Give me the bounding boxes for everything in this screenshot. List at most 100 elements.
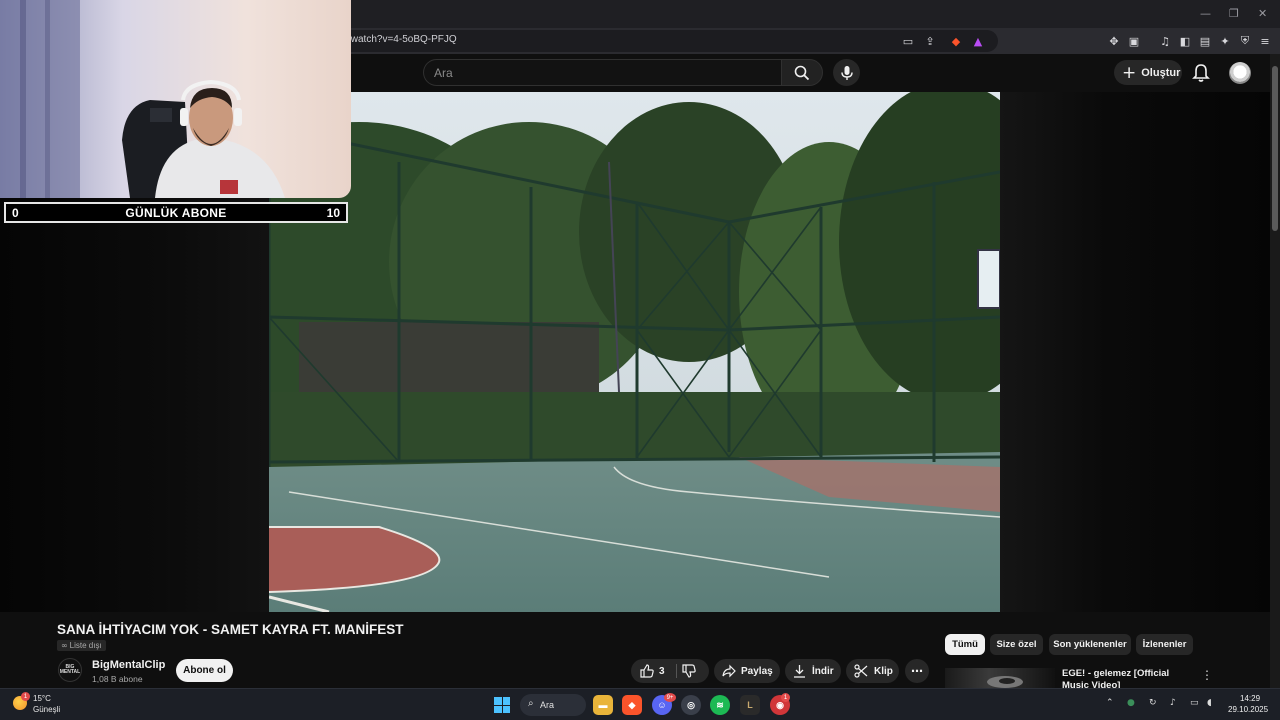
search-placeholder: Ara (434, 66, 453, 80)
vpn-icon[interactable]: ⛨ (1237, 33, 1253, 49)
download-button[interactable]: İndir (785, 659, 841, 683)
voice-search-button[interactable] (833, 59, 860, 86)
more-horizontal-icon: ⋯ (911, 664, 923, 678)
share-button[interactable]: Paylaş (714, 659, 780, 683)
unlisted-badge: ∞ Liste dışı (57, 640, 106, 651)
video-title: SANA İHTİYACIM YOK - SAMET KAYRA FT. MAN… (57, 622, 404, 637)
windows-logo-tile (502, 697, 510, 705)
menu-icon[interactable]: ≡ (1257, 33, 1273, 49)
microphone-tray-icon[interactable]: ♪ (1170, 698, 1176, 708)
thumbs-down-icon (682, 664, 696, 678)
minimize-button[interactable]: — (1200, 7, 1211, 20)
microphone-icon (840, 65, 853, 80)
weather-badge: 1 (21, 692, 30, 701)
dislike-button[interactable] (682, 664, 696, 681)
sidebar-icon[interactable]: ◧ (1177, 33, 1193, 49)
clip-label: Klip (874, 665, 893, 677)
counter-current: 0 (12, 206, 19, 220)
scissors-icon (854, 664, 868, 678)
obs-studio-icon[interactable]: ◎ (681, 695, 701, 715)
taskbar-search-label: Ara (540, 700, 555, 710)
show-hidden-icons-chevron-icon[interactable]: ⌃ (1106, 698, 1114, 708)
sync-icon[interactable]: ↻ (1149, 698, 1157, 708)
brave-rewards-icon[interactable]: ▲ (970, 33, 986, 49)
screenshot-icon[interactable]: ▣ (1126, 33, 1142, 49)
plus-icon: + (1122, 62, 1137, 83)
channel-name[interactable]: BigMentalClip (92, 659, 165, 671)
close-window-button[interactable]: ✕ (1258, 7, 1267, 20)
search-input[interactable]: Ara (423, 59, 782, 86)
streamer-webcam-image (0, 0, 351, 198)
chip-watched[interactable]: İzlenenler (1136, 634, 1193, 655)
tray-app-icon[interactable]: ● (1127, 698, 1135, 708)
chip-recently-uploaded[interactable]: Son yüklenenler (1049, 634, 1131, 655)
link-icon: ∞ (61, 641, 68, 650)
thumbs-up-icon (640, 664, 654, 678)
recommendation-menu-icon[interactable]: ⋮ (1200, 668, 1214, 684)
unlisted-label: Liste dışı (69, 641, 102, 650)
maximize-button[interactable]: ❐ (1229, 7, 1239, 20)
video-info-section: SANA İHTİYACIM YOK - SAMET KAYRA FT. MAN… (0, 612, 1270, 691)
counter-label: GÜNLÜK ABONE (125, 206, 227, 220)
cast-icon[interactable]: ▭ (900, 33, 916, 49)
channel-avatar[interactable]: BIG MENTAL (58, 658, 82, 682)
video-content-basketball-court (269, 92, 1000, 612)
like-dislike-group: 3 (631, 659, 709, 683)
like-divider (676, 664, 677, 678)
brave-browser-icon[interactable]: ◆ (622, 695, 642, 715)
download-icon (794, 665, 805, 678)
player-ambient-right (1000, 92, 1270, 612)
more-actions-button[interactable]: ⋯ (905, 659, 929, 683)
red-app-badge: 1 (781, 693, 790, 702)
wallet-icon[interactable]: ▤ (1197, 33, 1213, 49)
spotify-icon[interactable]: ≋ (710, 695, 730, 715)
daily-subscriber-counter: GÜNLÜK ABONE 0 10 (4, 202, 348, 223)
create-button[interactable]: + Oluştur (1114, 60, 1182, 85)
clock-time[interactable]: 14:29 (1240, 694, 1260, 703)
search-icon (794, 65, 810, 80)
channel-subscriber-count: 1,08 B abone (92, 674, 143, 684)
windows-taskbar: 1 15°C Güneşli ⌕ Ara ▬ ◆ ☺ 9+ ◎ ≋ L ◉ 1 … (0, 688, 1280, 720)
windows-logo-tile (494, 697, 502, 705)
webcam-overlay (0, 0, 351, 198)
windows-logo-tile (502, 705, 510, 713)
file-explorer-icon[interactable]: ▬ (593, 695, 613, 715)
extensions-icon[interactable]: ✥ (1106, 33, 1122, 49)
download-label: İndir (812, 665, 834, 677)
search-button[interactable] (781, 59, 823, 86)
brave-shields-icon[interactable]: ◆ (948, 33, 964, 49)
windows-logo-tile (494, 705, 502, 713)
video-frame[interactable] (269, 92, 1000, 612)
weather-condition[interactable]: Güneşli (33, 705, 60, 714)
taskbar-search[interactable]: ⌕ Ara (520, 694, 586, 716)
create-label: Oluştur (1141, 66, 1181, 79)
clip-button[interactable]: Klip (846, 659, 899, 683)
network-icon[interactable]: ▭ (1190, 698, 1199, 708)
like-count: 3 (659, 665, 665, 677)
share-icon (722, 664, 736, 678)
leo-ai-icon[interactable]: ✦ (1217, 33, 1233, 49)
start-button[interactable] (494, 697, 510, 713)
counter-goal: 10 (326, 206, 340, 220)
music-icon[interactable]: ♫ (1157, 33, 1173, 49)
share-page-icon[interactable]: ⇪ (922, 33, 938, 49)
account-avatar[interactable] (1229, 62, 1251, 84)
clock-date[interactable]: 29.10.2025 (1228, 705, 1268, 714)
address-bar[interactable]: /watch?v=4-5oBQ-PFJQ ▭ ⇪ ◆ ▲ (330, 30, 998, 52)
taskbar-search-icon: ⌕ (528, 698, 534, 709)
weather-temperature[interactable]: 15°C (33, 694, 51, 703)
league-of-legends-icon[interactable]: L (740, 695, 760, 715)
chip-all[interactable]: Tümü (945, 634, 985, 655)
subscribe-button[interactable]: Abone ol (176, 659, 233, 682)
chip-for-you[interactable]: Size özel (990, 634, 1043, 655)
page-scrollbar[interactable] (1270, 54, 1280, 688)
share-label: Paylaş (741, 665, 773, 677)
recommended-video-thumbnail[interactable] (945, 668, 1055, 688)
notifications-bell-icon[interactable] (1190, 62, 1212, 84)
url-text[interactable]: /watch?v=4-5oBQ-PFJQ (348, 34, 457, 45)
thumbnail-image (987, 676, 1023, 688)
scrollbar-thumb[interactable] (1272, 66, 1278, 231)
discord-badge: 9+ (664, 693, 676, 702)
volume-icon[interactable]: ◖ (1207, 698, 1212, 708)
like-button[interactable]: 3 (631, 664, 665, 678)
